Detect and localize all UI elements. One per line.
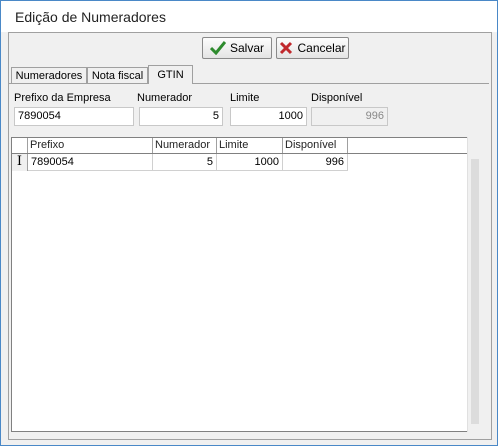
limit-field[interactable]: 1000 [230, 107, 307, 126]
cancel-button[interactable]: Cancelar [276, 37, 349, 59]
limit-label: Limite [230, 92, 260, 104]
window-title: Edição de Numeradores [15, 9, 166, 25]
column-header-disponivel[interactable]: Disponível [283, 138, 348, 153]
tab-strip: Numeradores Nota fiscal GTIN [9, 65, 491, 84]
cancel-button-label: Cancelar [297, 41, 346, 55]
cell-numerador[interactable]: 5 [153, 154, 217, 171]
tab-numeradores[interactable]: Numeradores [11, 67, 87, 83]
column-header-prefixo[interactable]: Prefixo [28, 138, 153, 153]
main-panel: Salvar Cancelar Numeradores Nota fiscal … [8, 32, 492, 440]
tab-nota-fiscal[interactable]: Nota fiscal [87, 67, 148, 83]
numerators-grid[interactable]: Prefixo Numerador Limite Disponível I 78… [11, 137, 469, 432]
counter-field[interactable]: 5 [139, 107, 223, 126]
cell-limite[interactable]: 1000 [217, 154, 283, 171]
available-label: Disponível [311, 92, 363, 104]
close-icon [280, 41, 293, 55]
counter-label: Numerador [137, 92, 193, 104]
dialog-window: Edição de Numeradores Salvar Cancelar Nu… [0, 0, 498, 446]
prefix-field[interactable]: 7890054 [14, 107, 134, 126]
available-field: 996 [311, 107, 388, 126]
grid-header: Prefixo Numerador Limite Disponível [12, 138, 468, 154]
tab-gtin[interactable]: GTIN [148, 65, 193, 84]
column-header-limite[interactable]: Limite [217, 138, 283, 153]
column-header-numerador[interactable]: Numerador [153, 138, 217, 153]
prefix-label: Prefixo da Empresa [14, 92, 111, 104]
header-indicator-cell [12, 138, 28, 153]
scrollbar-track[interactable] [471, 159, 479, 424]
cell-prefixo[interactable]: 7890054 [28, 154, 153, 171]
vertical-scrollbar[interactable] [467, 137, 483, 432]
gtin-tab-page: Prefixo da Empresa Numerador Limite Disp… [9, 83, 489, 439]
tab-label: Numeradores [15, 69, 83, 82]
save-button[interactable]: Salvar [202, 37, 272, 59]
cell-disponivel[interactable]: 996 [283, 154, 348, 171]
check-icon [209, 41, 226, 55]
title-bar: Edição de Numeradores [1, 1, 497, 32]
tab-label: GTIN [157, 69, 184, 81]
save-button-label: Salvar [229, 41, 264, 55]
row-indicator: I [12, 154, 28, 171]
tab-label: Nota fiscal [91, 69, 144, 82]
